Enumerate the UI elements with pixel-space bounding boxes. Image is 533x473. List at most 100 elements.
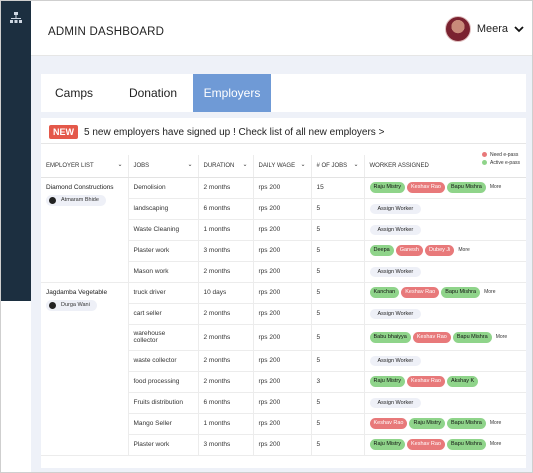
- more-link[interactable]: More: [490, 184, 501, 190]
- worker-pill[interactable]: Babu bhaiyya: [369, 331, 411, 343]
- assign-worker-button[interactable]: Assign Worker: [369, 224, 422, 235]
- col-jobs[interactable]: JOBS ⌄: [128, 155, 199, 178]
- daily-wage: rps 200: [253, 350, 312, 372]
- worker-pill[interactable]: Bapu Mishra: [446, 418, 486, 429]
- notice-text[interactable]: 5 new employers have signed up ! Check l…: [84, 127, 384, 138]
- worker-pill[interactable]: Bapu Mishra: [441, 287, 481, 298]
- job-duration: 2 months: [198, 324, 254, 351]
- contact-chip[interactable]: Durga Wani: [46, 299, 97, 311]
- user-menu[interactable]: Meera: [444, 15, 524, 43]
- tab-employers[interactable]: Employers: [193, 74, 271, 112]
- jobs-count: 3: [311, 371, 365, 393]
- job-duration: 6 months: [198, 392, 254, 414]
- job-name: waste collector: [128, 350, 199, 372]
- col-jobs-count[interactable]: # OF JOBS ⌄: [311, 155, 365, 178]
- tab-camps[interactable]: Camps: [49, 74, 99, 112]
- jobs-count: 5: [311, 303, 365, 325]
- assign-worker-button[interactable]: Assign Worker: [369, 266, 422, 277]
- chevron-down-icon[interactable]: ⌄: [300, 161, 305, 168]
- org-chart-icon[interactable]: [9, 11, 23, 25]
- col-daily-wage[interactable]: DAILY WAGE ⌄: [253, 155, 312, 178]
- worker-pill[interactable]: Keshav Rao: [412, 331, 451, 343]
- job-duration: 2 months: [198, 261, 254, 283]
- page-title: ADMIN DASHBOARD: [48, 26, 165, 38]
- tab-donation[interactable]: Donation: [118, 74, 188, 112]
- worker-assigned-cell: Keshav Rao Raju Mistry Bapu Mishra More: [364, 413, 526, 435]
- employers-panel: NEW 5 new employers have signed up ! Che…: [41, 118, 526, 468]
- col-worker-assigned: WORKER ASSIGNED: [364, 155, 526, 178]
- worker-pill[interactable]: Raju Mistry: [369, 376, 406, 387]
- more-link[interactable]: More: [458, 247, 469, 253]
- worker-pill[interactable]: Ganesh: [395, 245, 423, 256]
- chevron-down-icon[interactable]: ⌄: [117, 161, 122, 168]
- col-duration[interactable]: DURATION ⌄: [198, 155, 254, 178]
- daily-wage: rps 200: [253, 219, 312, 241]
- more-link[interactable]: More: [484, 289, 495, 295]
- job-duration: 2 months: [198, 303, 254, 325]
- more-link[interactable]: More: [490, 441, 501, 447]
- daily-wage: rps 200: [253, 198, 312, 220]
- daily-wage: rps 200: [253, 324, 312, 351]
- job-duration: 3 months: [198, 240, 254, 262]
- worker-assigned-cell: Assign Worker: [364, 303, 526, 325]
- job-name: Mason work: [128, 261, 199, 283]
- app-window: ADMIN DASHBOARD Meera Camps Donation Emp…: [0, 0, 533, 473]
- worker-pill[interactable]: Keshav Rao: [401, 287, 440, 298]
- assign-worker-button[interactable]: Assign Worker: [369, 397, 422, 408]
- daily-wage: rps 200: [253, 371, 312, 393]
- worker-pill[interactable]: Raju Mistry: [369, 182, 406, 193]
- job-name: truck driver: [128, 282, 199, 304]
- person-icon: [49, 196, 56, 204]
- job-duration: 1 months: [198, 219, 254, 241]
- employer-cell: Jagdamba Vegetable Durga Wani: [41, 282, 129, 456]
- worker-pill[interactable]: Keshav Rao: [407, 376, 445, 387]
- worker-pill[interactable]: Keshav Rao: [407, 439, 445, 450]
- job-name: cart seller: [128, 303, 199, 325]
- worker-assigned-cell: Assign Worker: [364, 198, 526, 220]
- chevron-down-icon[interactable]: ⌄: [242, 161, 247, 168]
- worker-pill[interactable]: Raju Mistry: [409, 418, 445, 429]
- employer-name[interactable]: Diamond Constructions: [46, 184, 128, 191]
- job-duration: 2 months: [198, 350, 254, 372]
- worker-assigned-cell: Assign Worker: [364, 219, 526, 241]
- contact-name: Atmaram Bhide: [61, 197, 99, 203]
- chevron-down-icon[interactable]: ⌄: [353, 161, 358, 168]
- more-link[interactable]: More: [490, 420, 501, 426]
- chevron-down-icon[interactable]: ⌄: [187, 161, 192, 168]
- employer-name[interactable]: Jagdamba Vegetable: [46, 289, 128, 296]
- avatar[interactable]: [444, 16, 471, 42]
- worker-pill[interactable]: Dubey Ji: [424, 245, 455, 256]
- worker-pill[interactable]: Akshay K: [446, 376, 479, 387]
- jobs-count: 5: [311, 434, 365, 456]
- worker-pill[interactable]: Bapu Mishra: [446, 182, 486, 193]
- jobs-count: 5: [311, 261, 365, 283]
- worker-pill[interactable]: Kanchan: [369, 287, 400, 298]
- contact-chip[interactable]: Atmaram Bhide: [46, 194, 106, 206]
- job-name: Plaster work: [128, 434, 199, 456]
- user-name: Meera: [476, 23, 508, 35]
- person-icon: [49, 301, 56, 309]
- worker-pill[interactable]: Keshav Rao: [407, 182, 445, 193]
- chevron-down-icon[interactable]: [514, 25, 524, 33]
- worker-assigned-cell: Deepa Ganesh Dubey Ji More: [364, 240, 526, 262]
- worker-assigned-cell: Babu bhaiyya Keshav Rao Bapu Mishra More: [364, 324, 526, 351]
- col-employer-list[interactable]: EMPLOYER LIST ⌄: [41, 155, 129, 178]
- job-name: Demolision: [128, 177, 199, 199]
- job-name: landscaping: [128, 198, 199, 220]
- jobs-count: 5: [311, 282, 365, 304]
- table-header-row: EMPLOYER LIST ⌄ JOBS ⌄ DURATION ⌄ DAILY WAG…: [41, 155, 526, 178]
- assign-worker-button[interactable]: Assign Worker: [369, 308, 422, 319]
- new-employers-notice[interactable]: NEW 5 new employers have signed up ! Che…: [41, 118, 526, 144]
- worker-assigned-cell: Raju Mistry Keshav Rao Bapu Mishra More: [364, 434, 526, 456]
- assign-worker-button[interactable]: Assign Worker: [369, 355, 422, 366]
- worker-pill[interactable]: Bapu Mishra: [446, 439, 486, 450]
- worker-pill[interactable]: Deepa: [369, 245, 394, 256]
- assign-worker-button[interactable]: Assign Worker: [369, 203, 422, 214]
- job-name: warehouse collector: [128, 324, 199, 351]
- worker-assigned-cell: Assign Worker: [364, 392, 526, 414]
- worker-pill[interactable]: Keshav Rao: [369, 418, 408, 429]
- more-link[interactable]: More: [496, 334, 507, 340]
- worker-pill[interactable]: Bapu Mishra: [452, 331, 492, 343]
- daily-wage: rps 200: [253, 177, 312, 199]
- worker-pill[interactable]: Raju Mistry: [369, 439, 406, 450]
